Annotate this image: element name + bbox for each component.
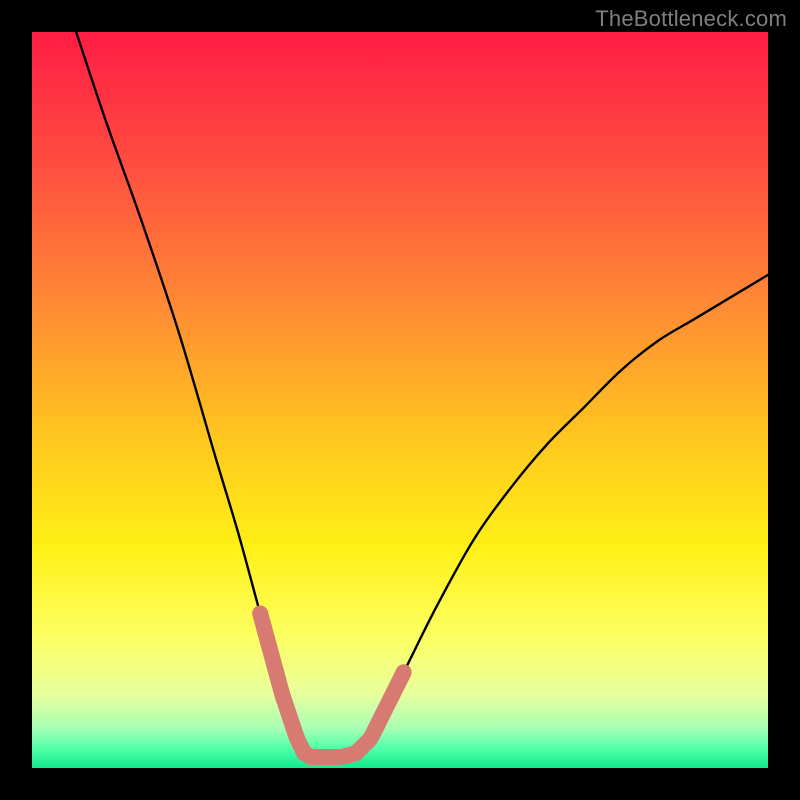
plot-background <box>32 32 768 768</box>
chart-canvas <box>0 0 800 800</box>
chart-frame: TheBottleneck.com <box>0 0 800 800</box>
